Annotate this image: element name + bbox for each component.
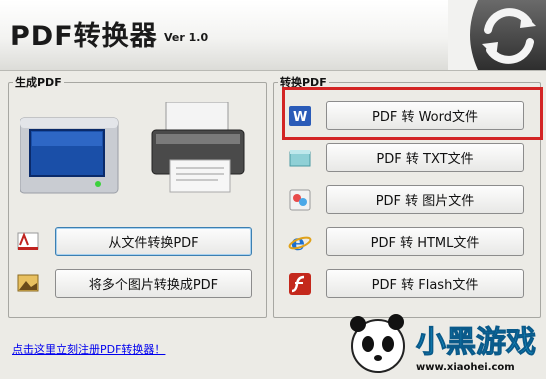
monitor-icon bbox=[20, 117, 119, 194]
pdf-file-icon bbox=[16, 229, 40, 253]
generate-pdf-group-label: 生成PDF bbox=[13, 74, 64, 90]
images-to-pdf-label: 将多个图片转换成PDF bbox=[88, 278, 219, 293]
app-version: Ver 1.0 bbox=[164, 31, 209, 44]
picture-icon bbox=[288, 188, 312, 212]
images-to-pdf-button[interactable]: 将多个图片转换成PDF bbox=[55, 269, 252, 298]
pdf-to-flash-label: PDF 转 Flash文件 bbox=[371, 278, 479, 293]
pdf-to-image-button[interactable]: PDF 转 图片文件 bbox=[326, 185, 524, 214]
panda-icon bbox=[350, 314, 405, 373]
app-title: PDF转换器 bbox=[10, 21, 158, 52]
pdf-to-image-label: PDF 转 图片文件 bbox=[375, 194, 475, 209]
pdf-to-html-button[interactable]: PDF 转 HTML文件 bbox=[326, 227, 524, 256]
pdf-to-flash-button[interactable]: PDF 转 Flash文件 bbox=[326, 269, 524, 298]
watermark-url: www.xiaohei.com bbox=[416, 362, 515, 373]
watermark-text: 小黑游戏 bbox=[416, 325, 536, 360]
refresh-logo-icon bbox=[448, 0, 546, 70]
image-icon bbox=[16, 271, 40, 295]
pdf-to-txt-button[interactable]: PDF 转 TXT文件 bbox=[326, 143, 524, 172]
ie-icon: e bbox=[288, 230, 312, 256]
pdf-to-html-label: PDF 转 HTML文件 bbox=[370, 236, 480, 251]
flash-icon bbox=[288, 272, 312, 296]
pdf-to-txt-label: PDF 转 TXT文件 bbox=[376, 152, 474, 167]
convert-file-to-pdf-button[interactable]: 从文件转换PDF bbox=[55, 227, 252, 256]
watermark: 小黑游戏 www.xiaohei.com bbox=[346, 308, 546, 375]
app-header: PDF转换器 Ver 1.0 bbox=[0, 0, 546, 71]
printer-icon bbox=[151, 102, 245, 193]
highlight-box bbox=[282, 87, 543, 140]
convert-file-to-pdf-label: 从文件转换PDF bbox=[108, 236, 199, 251]
txt-icon bbox=[288, 146, 312, 170]
register-link[interactable]: 点击这里立刻注册PDF转换器！ bbox=[12, 341, 165, 357]
